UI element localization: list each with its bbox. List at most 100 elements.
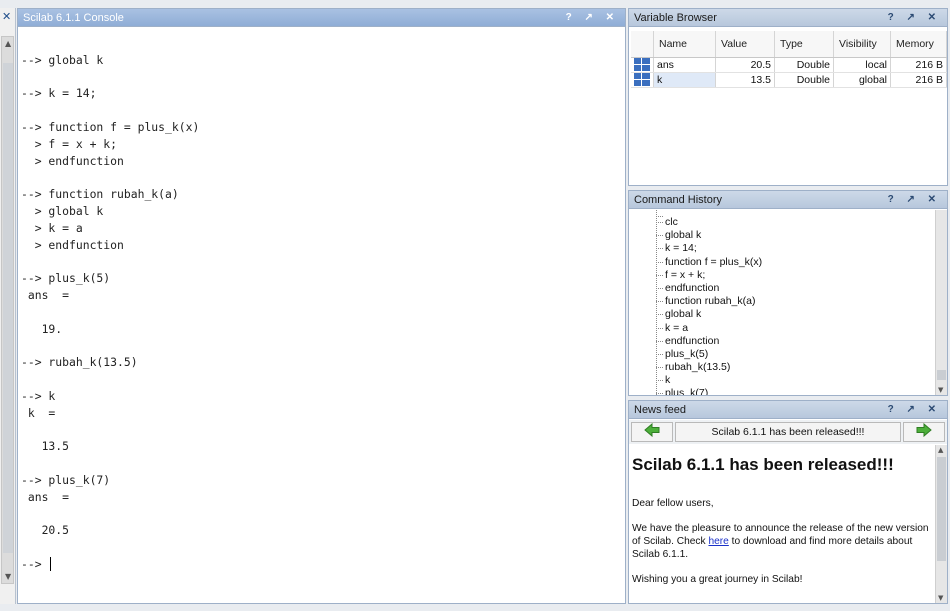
scrollbar-thumb[interactable] — [3, 63, 13, 553]
console-line: k = — [21, 405, 56, 420]
variable-memory: 216 B — [890, 57, 947, 73]
history-item[interactable]: clc — [629, 216, 935, 229]
console-line: > f = x + k; — [21, 136, 118, 151]
variable-browser-panel: Variable Browser ? ↗ ✕ Name Value Type V… — [628, 8, 948, 186]
variable-table: Name Value Type Visibility Memory ans 20… — [631, 31, 947, 88]
news-closing: Wishing you a great journey in Scilab! — [632, 574, 803, 585]
news-headline[interactable]: Scilab 6.1.1 has been released!!! — [675, 422, 901, 442]
news-paragraph: We have the pleasure to announce the rel… — [632, 522, 931, 561]
variable-type: Double — [774, 72, 834, 88]
console-titlebar: Scilab 6.1.1 Console ? ↗ ✕ — [18, 9, 625, 27]
history-item[interactable]: plus_k(7) — [629, 387, 935, 395]
scroll-down-icon[interactable]: ▼ — [938, 594, 943, 602]
table-row[interactable]: ans 20.5 Double local 216 B — [631, 57, 947, 73]
console-line: > endfunction — [21, 237, 124, 252]
news-feed-scrollbar[interactable]: ▲ ▼ — [935, 445, 947, 603]
matrix-icon — [634, 58, 650, 71]
console-line: --> k = 14; — [21, 86, 97, 101]
history-item[interactable]: f = x + k; — [629, 269, 935, 282]
column-header-visibility[interactable]: Visibility — [833, 31, 891, 58]
download-link[interactable]: here — [708, 536, 728, 547]
news-feed-panel: News feed ? ↗ ✕ Scilab 6.1.1 has been re… — [628, 400, 948, 604]
console-output[interactable]: --> global k --> k = 14; --> function f = … — [18, 28, 625, 603]
next-news-button[interactable] — [903, 422, 945, 442]
command-history-scrollbar[interactable]: ▼ — [935, 210, 947, 395]
history-item[interactable]: k = a — [629, 322, 935, 335]
command-history-titlebar: Command History ? ↗ ✕ — [629, 191, 947, 209]
arrow-right-icon — [916, 422, 932, 438]
text-cursor — [50, 557, 52, 572]
variable-browser-title: Variable Browser — [634, 12, 717, 24]
column-header-value[interactable]: Value — [715, 31, 775, 58]
history-item[interactable]: rubah_k(13.5) — [629, 361, 935, 374]
icon-column-header — [631, 31, 654, 58]
console-line: 20.5 — [21, 523, 70, 538]
console-panel: Scilab 6.1.1 Console ? ↗ ✕ --> global k-… — [17, 8, 626, 604]
previous-news-button[interactable] — [631, 422, 673, 442]
arrow-left-icon — [644, 422, 660, 438]
history-item[interactable]: endfunction — [629, 282, 935, 295]
news-heading: Scilab 6.1.1 has been released!!! — [632, 455, 894, 474]
variable-name[interactable]: ans — [653, 57, 716, 73]
status-bar — [0, 604, 950, 611]
scroll-down-icon[interactable]: ▼ — [5, 572, 11, 581]
panel-controls[interactable]: ? ↗ ✕ — [566, 9, 619, 27]
console-line: > endfunction — [21, 153, 124, 168]
variable-visibility: local — [833, 57, 891, 73]
scroll-up-icon[interactable]: ▲ — [938, 446, 943, 454]
panel-controls[interactable]: ? ↗ ✕ — [888, 401, 941, 419]
history-item[interactable]: function f = plus_k(x) — [629, 256, 935, 269]
column-header-name[interactable]: Name — [653, 31, 716, 58]
scroll-up-icon[interactable]: ▲ — [5, 39, 11, 48]
scrollbar-thumb[interactable] — [937, 370, 946, 380]
news-feed-toolbar: Scilab 6.1.1 has been released!!! — [629, 420, 947, 444]
console-line: --> rubah_k(13.5) — [21, 355, 138, 370]
scilab-window: ✕ ▲ ▼ Scilab 6.1.1 Console ? ↗ ✕ --> glo… — [0, 0, 950, 611]
news-feed-title: News feed — [634, 404, 686, 416]
variable-value: 13.5 — [715, 72, 775, 88]
history-item[interactable]: k — [629, 374, 935, 387]
scroll-down-icon[interactable]: ▼ — [938, 386, 943, 394]
variable-type: Double — [774, 57, 834, 73]
history-item[interactable]: global k — [629, 308, 935, 321]
console-line: --> function rubah_k(a) — [21, 187, 179, 202]
history-item[interactable]: endfunction — [629, 335, 935, 348]
news-content: Scilab 6.1.1 has been released!!! Dear f… — [629, 445, 935, 603]
matrix-icon — [634, 73, 650, 86]
file-browser-scrollbar[interactable]: ▲ ▼ — [1, 36, 14, 584]
console-line: --> plus_k(7) — [21, 472, 111, 487]
console-line: ans = — [21, 489, 70, 504]
news-feed-titlebar: News feed ? ↗ ✕ — [629, 401, 947, 419]
table-row[interactable]: k 13.5 Double global 216 B — [631, 72, 947, 88]
console-prompt: --> — [21, 556, 49, 571]
panel-controls[interactable]: ? ↗ ✕ — [888, 9, 941, 27]
variable-browser-titlebar: Variable Browser ? ↗ ✕ — [629, 9, 947, 27]
scrollbar-thumb[interactable] — [937, 457, 946, 561]
panel-controls[interactable]: ? ↗ ✕ — [888, 191, 941, 209]
history-item[interactable]: function rubah_k(a) — [629, 295, 935, 308]
console-line: --> global k — [21, 52, 104, 67]
history-item[interactable]: k = 14; — [629, 242, 935, 255]
console-line: --> function f = plus_k(x) — [21, 119, 200, 134]
history-item[interactable]: plus_k(5) — [629, 348, 935, 361]
close-icon[interactable]: ✕ — [2, 10, 11, 23]
variable-name[interactable]: k — [653, 72, 716, 88]
history-item[interactable]: global k — [629, 229, 935, 242]
column-header-memory[interactable]: Memory — [890, 31, 947, 58]
console-prompt-line[interactable]: --> — [21, 556, 625, 573]
command-history-tree: clc global kk = 14; function f = plus_k(x)… — [629, 210, 935, 395]
command-history-title: Command History — [634, 194, 723, 206]
console-line: 19. — [21, 321, 63, 336]
console-line: 13.5 — [21, 439, 70, 454]
column-header-type[interactable]: Type — [774, 31, 834, 58]
